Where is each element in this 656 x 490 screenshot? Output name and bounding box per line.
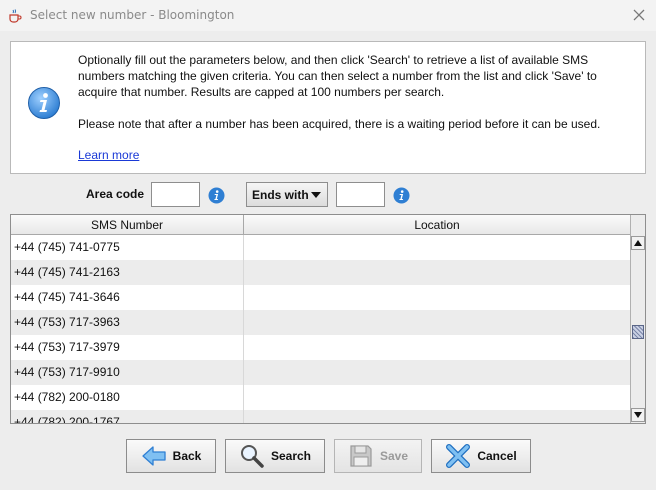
java-cup-icon (9, 9, 22, 23)
column-header-location[interactable]: Location (244, 215, 631, 235)
chevron-down-icon (311, 192, 321, 198)
area-code-label: Area code (86, 187, 145, 201)
info-text: Optionally fill out the parameters below… (78, 52, 638, 148)
match-mode-value: Ends with (252, 187, 309, 202)
search-icon (240, 445, 264, 468)
save-label: Save (379, 449, 409, 463)
scroll-down-button[interactable] (631, 408, 645, 422)
info-icon (28, 87, 60, 119)
cell-number: +44 (782) 200-0180 (11, 385, 244, 410)
cell-location (244, 235, 631, 260)
area-code-info-icon[interactable] (208, 187, 225, 204)
numbers-table[interactable]: SMS Number Location +44 (745) 741-0775 +… (10, 214, 646, 424)
cancel-x-icon (446, 444, 471, 468)
cell-location (244, 260, 631, 285)
close-button[interactable] (628, 5, 650, 25)
table-row[interactable]: +44 (745) 741-3646 (11, 285, 631, 310)
arrow-up-icon (634, 240, 642, 246)
floppy-disk-icon (350, 445, 372, 467)
cell-number: +44 (753) 717-3979 (11, 335, 244, 360)
table-header: SMS Number Location (11, 215, 631, 235)
info-paragraph-1: Optionally fill out the parameters below… (78, 53, 597, 99)
back-label: Back (172, 449, 202, 463)
match-value-info-icon[interactable] (393, 187, 410, 204)
match-value-input[interactable] (336, 182, 385, 207)
table-row[interactable]: +44 (745) 741-2163 (11, 260, 631, 285)
cell-location (244, 335, 631, 360)
info-panel: Optionally fill out the parameters below… (10, 41, 646, 174)
learn-more-link[interactable]: Learn more (78, 148, 139, 162)
table-row[interactable]: +44 (782) 200-0180 (11, 385, 631, 410)
cell-location (244, 360, 631, 385)
search-label: Search (270, 449, 312, 463)
save-button[interactable]: Save (334, 439, 422, 473)
cell-number: +44 (745) 741-3646 (11, 285, 244, 310)
back-button[interactable]: Back (126, 439, 216, 473)
cell-number: +44 (753) 717-3963 (11, 310, 244, 335)
area-code-input[interactable] (151, 182, 200, 207)
title-bar: Select new number - Bloomington (0, 0, 656, 31)
arrow-left-icon (142, 446, 166, 466)
table-row[interactable]: +44 (782) 200-1767 (11, 410, 631, 423)
info-paragraph-2: Please note that after a number has been… (78, 117, 601, 131)
cell-location (244, 385, 631, 410)
table-row[interactable]: +44 (753) 717-9910 (11, 360, 631, 385)
close-icon (633, 9, 645, 21)
window-title: Select new number - Bloomington (30, 8, 235, 22)
scroll-up-button[interactable] (631, 236, 645, 250)
cell-location (244, 410, 631, 423)
table-row[interactable]: +44 (745) 741-0775 (11, 235, 631, 260)
cell-number: +44 (745) 741-2163 (11, 260, 244, 285)
cancel-button[interactable]: Cancel (431, 439, 531, 473)
match-mode-dropdown[interactable]: Ends with (246, 182, 328, 207)
column-header-sms-number[interactable]: SMS Number (11, 215, 244, 235)
table-body: +44 (745) 741-0775 +44 (745) 741-2163 +4… (11, 235, 631, 423)
arrow-down-icon (634, 412, 642, 418)
table-row[interactable]: +44 (753) 717-3963 (11, 310, 631, 335)
cancel-label: Cancel (477, 449, 517, 463)
cell-number: +44 (745) 741-0775 (11, 235, 244, 260)
scroll-thumb[interactable] (632, 325, 644, 339)
cell-location (244, 285, 631, 310)
vertical-scrollbar[interactable] (630, 215, 645, 423)
search-button[interactable]: Search (225, 439, 325, 473)
table-row[interactable]: +44 (753) 717-3979 (11, 335, 631, 360)
cell-number: +44 (782) 200-1767 (11, 410, 244, 423)
cell-number: +44 (753) 717-9910 (11, 360, 244, 385)
cell-location (244, 310, 631, 335)
